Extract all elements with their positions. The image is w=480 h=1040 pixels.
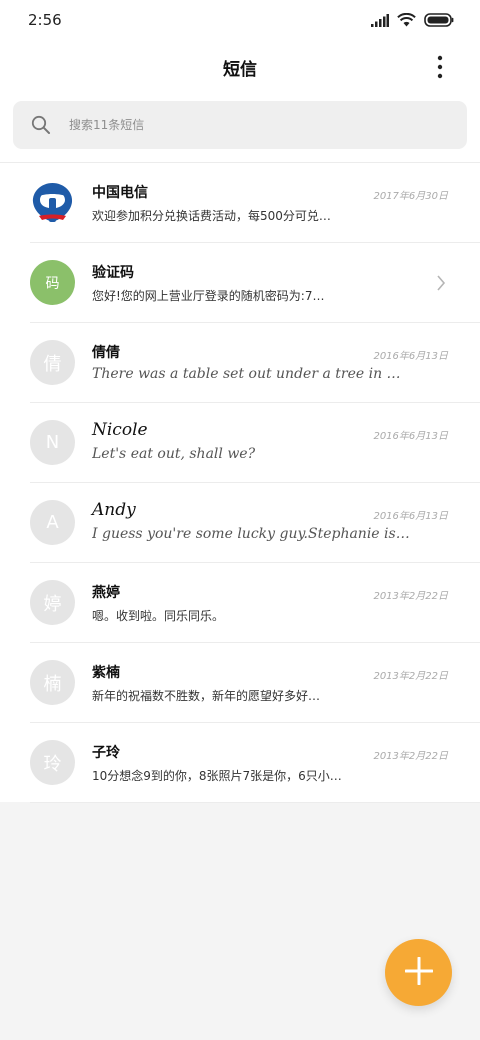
conversation-row[interactable]: 倩 倩倩 2016年6月13日 There was a table set ou…	[30, 323, 480, 403]
signal-icon	[371, 12, 389, 31]
message-preview: 新年的祝福数不胜数，新年的愿望好多好…	[92, 689, 321, 703]
contact-name: 燕婷	[92, 585, 120, 601]
conversation-list: 中国电信 2017年6月30日 欢迎参加积分兑换话费活动，每500分可兑… 码 …	[0, 162, 480, 803]
wifi-icon	[397, 12, 416, 31]
status-icons	[371, 12, 454, 31]
status-time: 2:56	[28, 11, 62, 29]
contact-name: 中国电信	[92, 185, 148, 201]
message-date: 2013年2月22日	[373, 671, 448, 682]
conversation-row[interactable]: 婷 燕婷 2013年2月22日 嗯。收到啦。同乐同乐。	[30, 563, 480, 643]
contact-name: Andy	[92, 500, 136, 520]
conversation-row[interactable]: 玲 子玲 2013年2月22日 10分想念9到的你，8张照片7张是你，6只小…	[30, 723, 480, 803]
message-preview: 您好!您的网上营业厅登录的随机密码为:7…	[92, 289, 325, 303]
message-date: 2017年6月30日	[373, 191, 448, 202]
more-vertical-icon[interactable]	[430, 55, 450, 79]
page-title: 短信	[223, 60, 257, 80]
contact-name: 子玲	[92, 745, 120, 761]
avatar: A	[30, 500, 75, 545]
status-bar: 2:56	[0, 0, 480, 40]
contact-name: 倩倩	[92, 345, 120, 361]
search-icon	[31, 115, 51, 139]
battery-icon	[424, 12, 454, 31]
conversation-row[interactable]: 中国电信 2017年6月30日 欢迎参加积分兑换话费活动，每500分可兑…	[30, 163, 480, 243]
message-date: 2013年2月22日	[373, 751, 448, 762]
message-preview: Let's eat out, shall we?	[92, 446, 256, 462]
search-bar[interactable]	[13, 101, 467, 149]
conversation-row[interactable]: 码 验证码 您好!您的网上营业厅登录的随机密码为:7…	[30, 243, 480, 323]
message-preview: I guess you're some lucky guy.Stephanie …	[92, 526, 410, 542]
contact-name: Nicole	[92, 420, 148, 440]
messages-screen: 2:56 短信 搜索11条短信 中国电信 2017年6月30日 欢迎参加积分兑换…	[0, 0, 480, 1040]
conversation-row[interactable]: N Nicole 2016年6月13日 Let's eat out, shall…	[30, 403, 480, 483]
conversation-row[interactable]: A Andy 2016年6月13日 I guess you're some lu…	[30, 483, 480, 563]
china-telecom-logo	[30, 180, 75, 225]
search-input[interactable]	[69, 101, 449, 149]
avatar: 玲	[30, 740, 75, 785]
app-header: 短信	[0, 40, 480, 94]
message-preview: There was a table set out under a tree i…	[92, 366, 401, 382]
top-panel: 2:56 短信 搜索11条短信 中国电信 2017年6月30日 欢迎参加积分兑换…	[0, 0, 480, 803]
conversation-row[interactable]: 楠 紫楠 2013年2月22日 新年的祝福数不胜数，新年的愿望好多好…	[30, 643, 480, 723]
plus-icon	[404, 956, 433, 989]
avatar: 楠	[30, 660, 75, 705]
avatar: 倩	[30, 340, 75, 385]
message-preview: 嗯。收到啦。同乐同乐。	[92, 609, 225, 623]
contact-name: 紫楠	[92, 665, 120, 681]
message-preview: 10分想念9到的你，8张照片7张是你，6只小…	[92, 769, 342, 783]
message-date: 2016年6月13日	[373, 351, 448, 362]
message-date: 2013年2月22日	[373, 591, 448, 602]
avatar: N	[30, 420, 75, 465]
new-message-button[interactable]	[385, 939, 452, 1006]
avatar: 婷	[30, 580, 75, 625]
chevron-right-icon	[436, 275, 446, 295]
message-preview: 欢迎参加积分兑换话费活动，每500分可兑…	[92, 209, 331, 223]
contact-name: 验证码	[92, 265, 134, 281]
avatar: 码	[30, 260, 75, 305]
message-date: 2016年6月13日	[373, 431, 448, 442]
message-date: 2016年6月13日	[373, 511, 448, 522]
